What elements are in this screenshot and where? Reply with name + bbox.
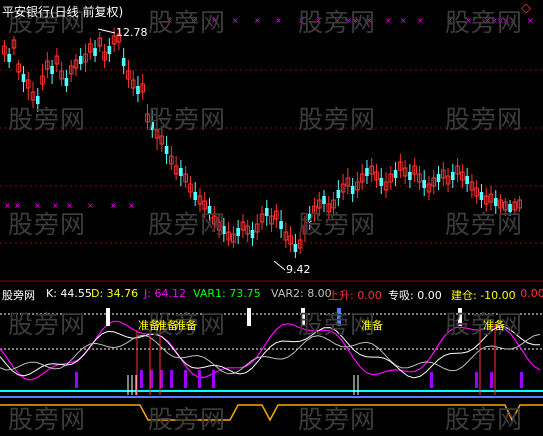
cross-marker: × [254, 16, 261, 25]
candle-body [136, 86, 140, 94]
watermark: 股旁网 [445, 105, 524, 134]
shangsheng-value: 上升: 0.00 [328, 289, 382, 302]
cross-marker: × [232, 16, 239, 25]
purple-bar [184, 370, 187, 388]
j-value: J: 64.12 [144, 287, 186, 300]
var2-value: VAR2: 8.00 [271, 287, 332, 300]
candle-body [78, 56, 83, 64]
candle-body [164, 146, 169, 154]
cross-marker: × [400, 16, 407, 25]
watermark: 股旁网 [148, 405, 227, 434]
candle-body [293, 244, 298, 252]
watermark: 股旁网 [148, 210, 227, 239]
candle-body [408, 172, 412, 180]
candle-body [107, 46, 112, 54]
watermark: 股旁网 [298, 405, 377, 434]
candle-body [322, 196, 326, 204]
watermark: 股旁网 [148, 8, 227, 37]
candle-body [436, 174, 441, 182]
watermark: 股旁网 [8, 310, 87, 339]
indicator-name: 股旁网 [2, 289, 35, 302]
candle-body [264, 208, 269, 216]
candle-body [379, 178, 384, 186]
low-pointer [273, 260, 286, 271]
watermark: 股旁网 [8, 405, 87, 434]
watermark: 股旁网 [298, 105, 377, 134]
signal-label: 准备 [175, 319, 197, 332]
candle-body [422, 180, 427, 188]
cross-marker: × [87, 201, 94, 210]
purple-bar [212, 370, 215, 388]
candle-body [21, 74, 26, 82]
purple-bar [475, 372, 478, 388]
purple-bar [520, 372, 523, 388]
candle-body [50, 66, 54, 74]
signal-bar [106, 308, 110, 326]
candle-body [336, 190, 341, 198]
stock-chart-window: × × × × × × × × × × × × × × × × × × × × × × × × × × × × × × × 12.78 9.… [0, 0, 543, 434]
candle-body [393, 170, 398, 178]
candle-body [279, 221, 283, 229]
high-pointer [97, 28, 116, 34]
d-value: D: 34.76 [91, 287, 139, 300]
cross-marker: × [417, 16, 424, 25]
price-low-label: 9.42 [286, 263, 311, 276]
watermark: 股旁网 [445, 405, 524, 434]
cross-marker: × [385, 16, 392, 25]
watermark: 股旁网 [298, 8, 377, 37]
candle-body [350, 186, 355, 194]
zhuanxi-value: 专吸: 0.00 [388, 289, 442, 302]
purple-bar [140, 370, 143, 388]
purple-bar [490, 372, 493, 388]
last-value: : 0.00 [513, 287, 543, 300]
candle-body [451, 172, 455, 180]
chart-title: 平安银行(日线 前复权) [2, 5, 124, 19]
cross-marker: × [527, 16, 534, 25]
price-high-label: 12.78 [116, 26, 148, 39]
candle-body [121, 58, 126, 66]
purple-bar [75, 372, 78, 388]
candle-body [179, 168, 183, 176]
diamond-icon[interactable]: ◇ [521, 1, 531, 16]
candle-body [7, 54, 11, 62]
signal-label: 准备 [361, 319, 383, 332]
watermark: 股旁网 [148, 105, 227, 134]
candle-body [193, 192, 198, 200]
candle-body [236, 228, 240, 236]
purple-bar [170, 370, 173, 388]
watermark: 股旁网 [8, 105, 87, 134]
cross-marker: × [128, 201, 135, 210]
cross-marker: × [110, 201, 117, 210]
purple-bar [198, 370, 201, 388]
candle-body [479, 192, 484, 200]
watermark: 股旁网 [298, 210, 377, 239]
purple-bar [430, 372, 433, 388]
cross-marker: × [275, 16, 282, 25]
watermark: 股旁网 [445, 8, 524, 37]
candle-body [93, 48, 97, 56]
k-value: K: 44.55 [46, 287, 92, 300]
watermark: 股旁网 [8, 210, 87, 239]
candle-body [365, 168, 369, 176]
signal-bar [247, 308, 251, 326]
signal-label: 准备 [483, 319, 505, 332]
var1-value: VAR1: 73.75 [193, 287, 261, 300]
candle-body [64, 78, 69, 86]
jiancang-value: 建仓: -10.00 [451, 289, 516, 302]
watermark: 股旁网 [445, 210, 524, 239]
candle-body [465, 176, 469, 184]
candle-body [250, 230, 255, 238]
